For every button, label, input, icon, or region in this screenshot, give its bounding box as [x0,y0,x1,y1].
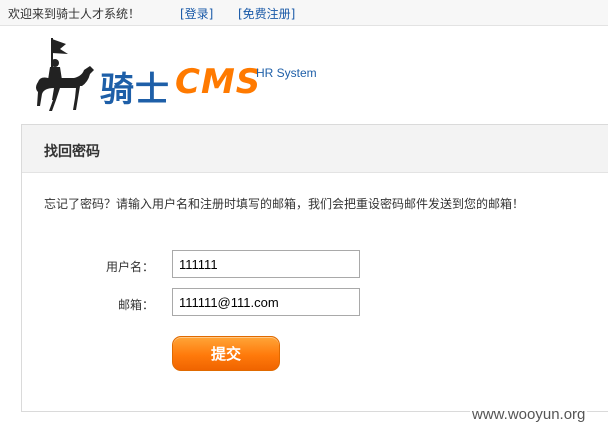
horse-rider-icon [36,38,94,111]
email-label: 邮箱： [117,298,154,312]
login-link[interactable]: [登录] [180,5,213,22]
username-label: 用户名： [105,260,154,274]
email-input[interactable] [172,288,360,316]
panel-title: 找回密码 [44,144,100,160]
register-link[interactable]: [免费注册] [238,5,295,22]
submit-button[interactable]: 提交 [172,336,280,371]
welcome-text: 欢迎来到骑士人才系统！ [8,7,141,21]
brand-tagline: HR System [256,66,317,80]
site-logo[interactable]: 骑士 CMS HR System [30,36,330,116]
panel-header: 找回密码 [22,125,608,173]
retrieve-password-panel: 找回密码 忘记了密码？请输入用户名和注册时填写的邮箱，我们会把重设密码邮件发送到… [21,124,608,412]
watermark: www.wooyun.org [470,406,588,423]
brand-name: 骑士 [100,70,170,110]
top-bar: 欢迎来到骑士人才系统！ [登录] [免费注册] [0,0,608,26]
panel-description: 忘记了密码？请输入用户名和注册时填写的邮箱，我们会把重设密码邮件发送到您的邮箱！ [44,197,525,211]
username-input[interactable] [172,250,360,278]
brand-cms: CMS [175,62,262,102]
